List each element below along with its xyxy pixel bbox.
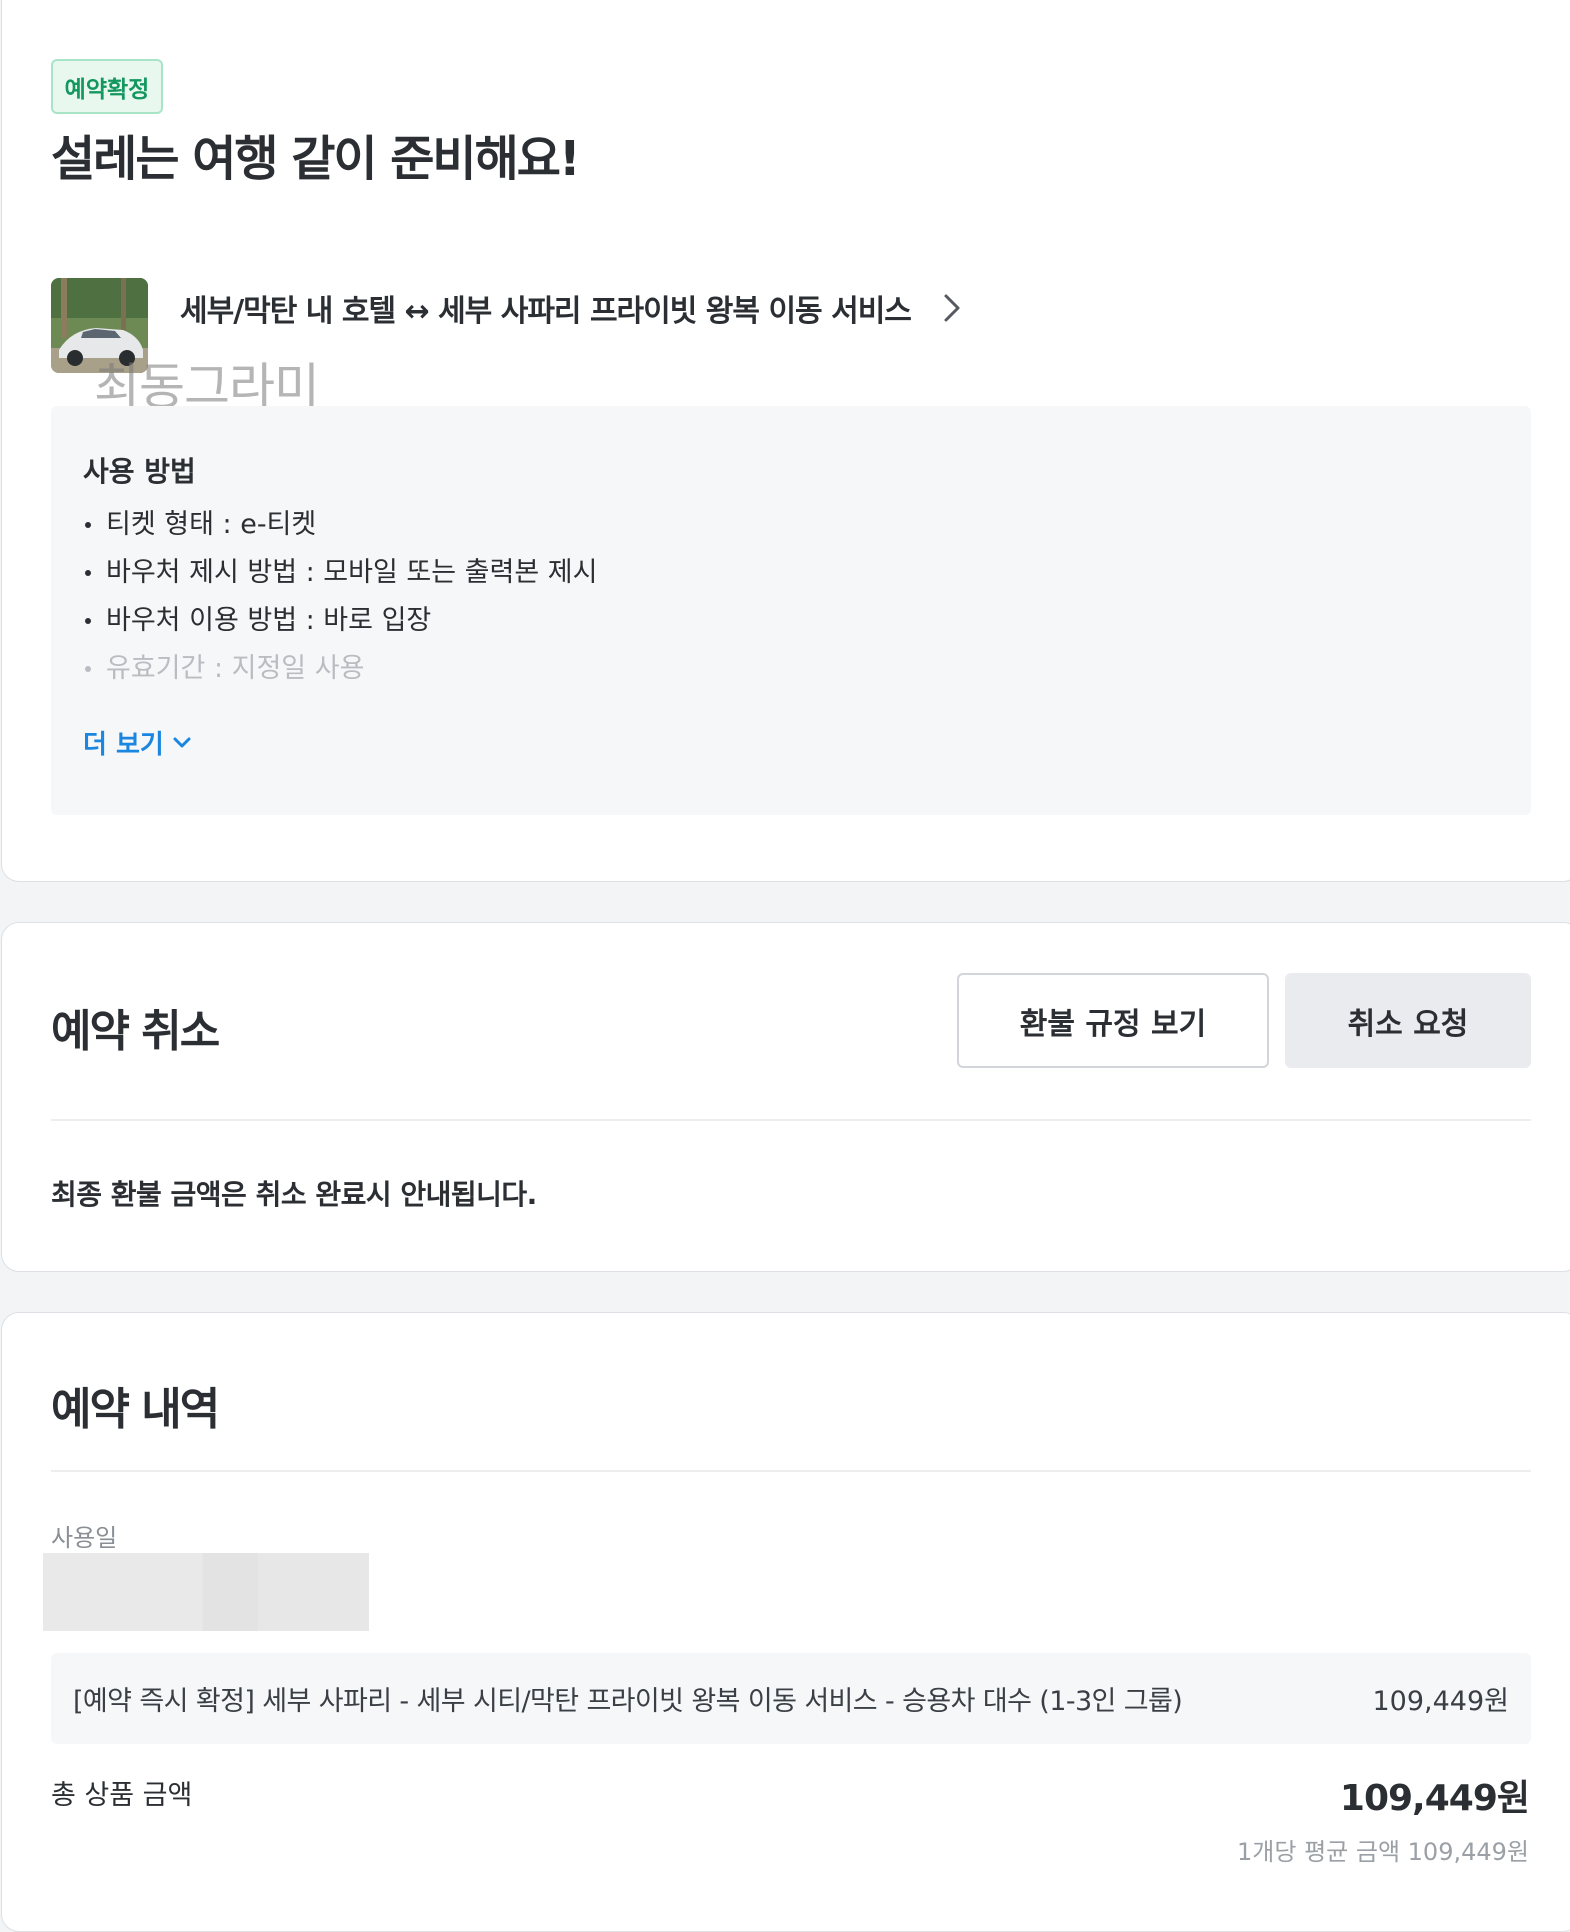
usage-item: 바우처 제시 방법 : 모바일 또는 출력본 제시 <box>85 549 597 597</box>
divider <box>51 1119 1531 1121</box>
divider <box>51 1470 1531 1472</box>
usage-item: 유효기간 : 지정일 사용 <box>85 645 597 693</box>
show-more-label: 더 보기 <box>83 730 164 760</box>
status-badge: 예약확정 <box>51 59 163 114</box>
bullet-icon <box>85 666 91 672</box>
usage-date-value-redacted <box>43 1553 369 1631</box>
refund-policy-button[interactable]: 환불 규정 보기 <box>957 973 1269 1068</box>
detail-card: 예약 내역 사용일 [예약 즉시 확정] 세부 사파리 - 세부 시티/막탄 프… <box>1 1312 1570 1932</box>
cancel-section-title: 예약 취소 <box>51 1006 220 1057</box>
product-link[interactable]: 세부/막탄 내 호텔 ↔ 세부 사파리 프라이빗 왕복 이동 서비스 <box>180 286 961 330</box>
usage-item: 바우처 이용 방법 : 바로 입장 <box>85 597 597 645</box>
product-title: 세부/막탄 내 호텔 ↔ 세부 사파리 프라이빗 왕복 이동 서비스 <box>180 294 912 329</box>
total-label: 총 상품 금액 <box>51 1780 193 1811</box>
chevron-right-icon <box>943 293 961 323</box>
usage-item: 티켓 형태 : e-티켓 <box>85 501 597 549</box>
chevron-down-icon <box>173 737 191 747</box>
usage-date-label: 사용일 <box>51 1524 118 1552</box>
page-title: 설레는 여행 같이 준비해요! <box>51 131 581 187</box>
bullet-icon <box>85 522 91 528</box>
usage-box: 사용 방법 티켓 형태 : e-티켓 바우처 제시 방법 : 모바일 또는 출력… <box>51 406 1531 815</box>
order-item-row: [예약 즉시 확정] 세부 사파리 - 세부 시티/막탄 프라이빗 왕복 이동 … <box>51 1653 1531 1744</box>
usage-title: 사용 방법 <box>83 455 196 488</box>
cancel-card: 예약 취소 환불 규정 보기 취소 요청 최종 환불 금액은 취소 완료시 안내… <box>1 922 1570 1272</box>
average-price: 1개당 평균 금액 109,449원 <box>1237 1838 1529 1866</box>
bullet-icon <box>85 570 91 576</box>
total-value: 109,449원 <box>1339 1778 1530 1819</box>
refund-note: 최종 환불 금액은 취소 완료시 안내됩니다. <box>51 1178 537 1211</box>
usage-list: 티켓 형태 : e-티켓 바우처 제시 방법 : 모바일 또는 출력본 제시 바… <box>85 501 597 693</box>
detail-section-title: 예약 내역 <box>51 1384 220 1435</box>
order-item-name: [예약 즉시 확정] 세부 사파리 - 세부 시티/막탄 프라이빗 왕복 이동 … <box>73 1686 1183 1717</box>
show-more-link[interactable]: 더 보기 <box>83 724 192 761</box>
booking-card: 예약확정 설레는 여행 같이 준비해요! 세부/막탄 내 호텔 ↔ 세부 사파리… <box>1 0 1570 882</box>
order-item-price: 109,449원 <box>1372 1686 1510 1717</box>
cancel-request-button[interactable]: 취소 요청 <box>1285 973 1531 1068</box>
bullet-icon <box>85 618 91 624</box>
